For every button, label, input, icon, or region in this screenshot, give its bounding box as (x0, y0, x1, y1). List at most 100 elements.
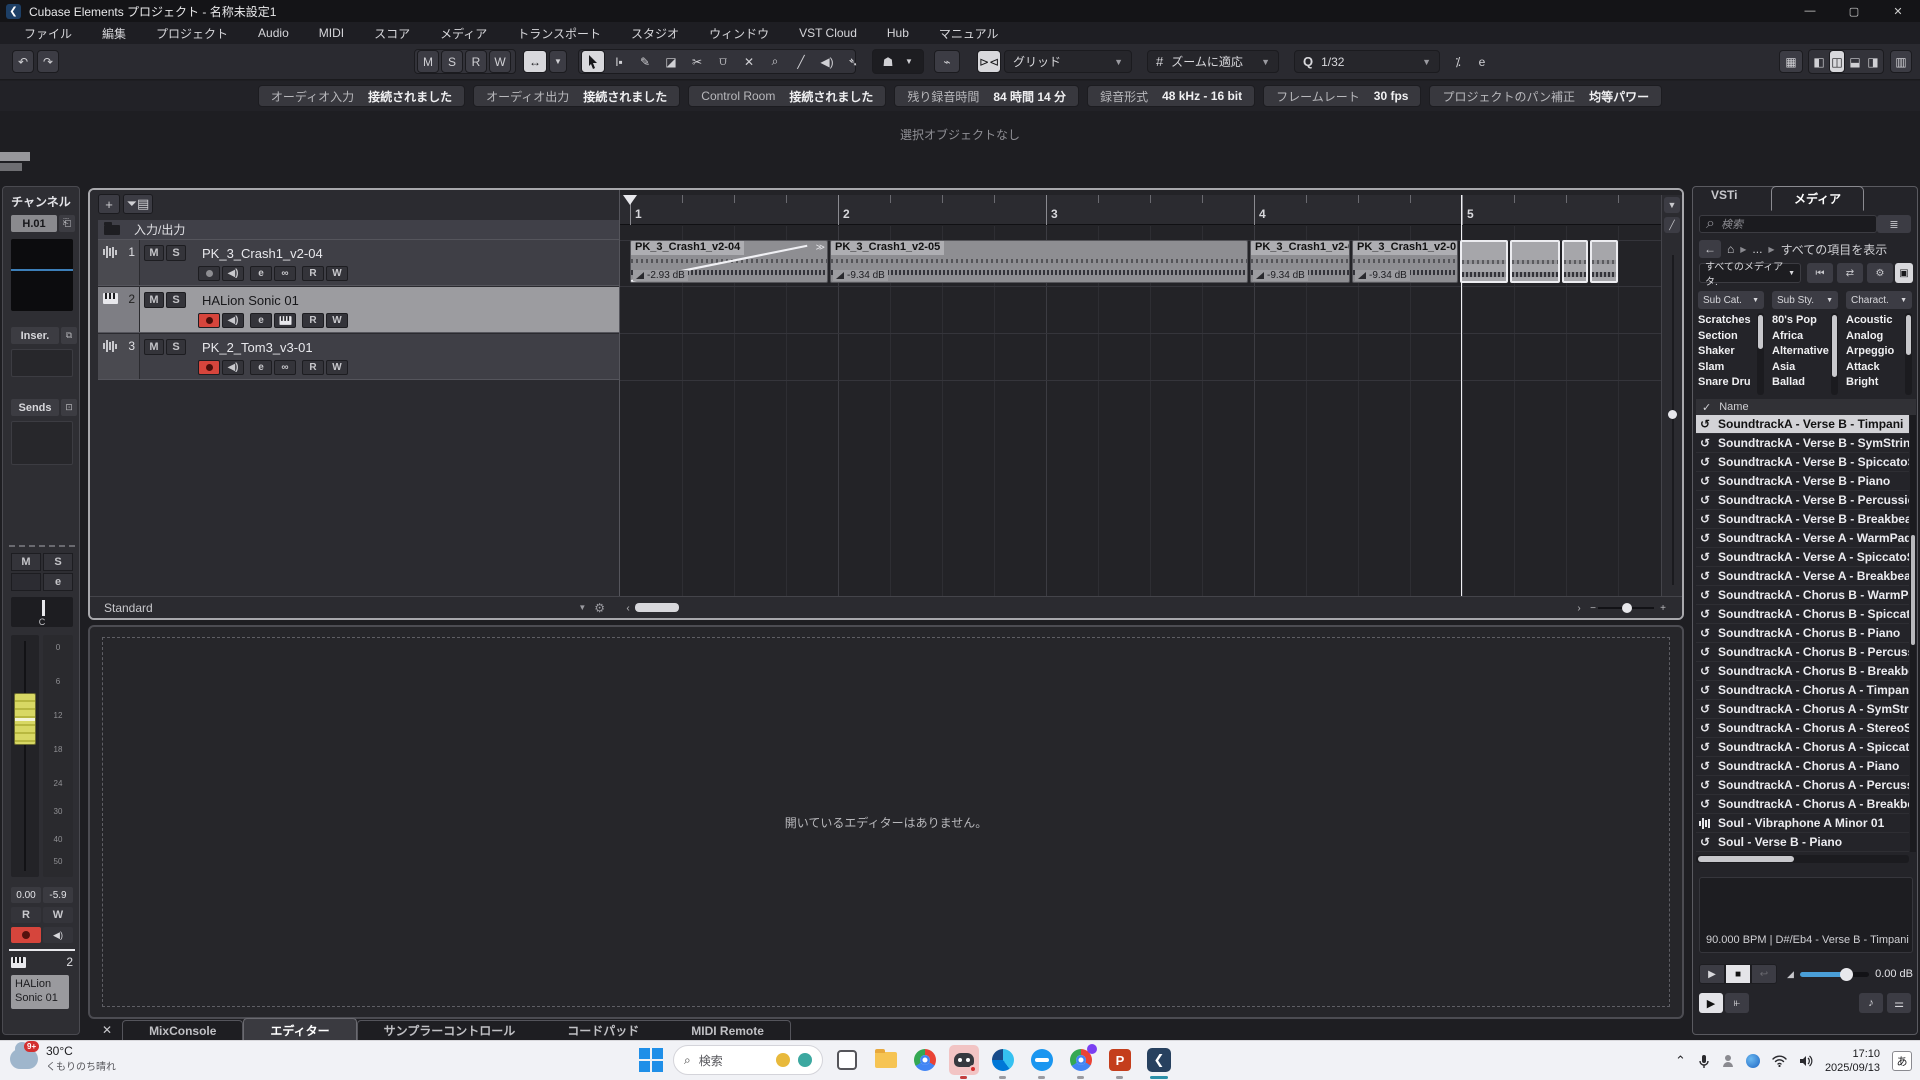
use-track-preset-icon[interactable]: ⏷▤ (123, 194, 153, 214)
filter-item[interactable]: Arpeggio (1846, 344, 1912, 360)
glue-tool-icon[interactable]: ⩌ (711, 50, 735, 73)
microphone-icon[interactable] (1698, 1054, 1710, 1069)
widgets-weather[interactable]: 9+ 30°C くもりのち晴れ (10, 1044, 116, 1073)
track-mute-button[interactable]: M (144, 292, 164, 308)
media-list-item[interactable]: SoundtrackA - Verse A - SpiccatoSt (1696, 548, 1909, 567)
preview-loop-icon[interactable]: ↩ (1751, 964, 1777, 984)
inserts-button[interactable]: Inser. (11, 327, 59, 344)
write-automation-button[interactable]: W (326, 313, 348, 328)
monitor-button[interactable]: ◀) (222, 313, 244, 328)
show-info-line-icon[interactable]: ◫ (1829, 50, 1845, 73)
menu-item[interactable]: VST Cloud (785, 24, 871, 42)
erase-tool-icon[interactable]: ◪ (659, 50, 683, 73)
audio-event-selected[interactable] (1460, 240, 1508, 283)
cubase-taskbar-button[interactable]: ❮ (1144, 1045, 1174, 1075)
audio-event-selected[interactable] (1590, 240, 1618, 283)
channel-preset-button[interactable]: H.01 (11, 215, 57, 232)
filter-item[interactable]: Scratches (1698, 313, 1764, 329)
discord-button[interactable] (949, 1045, 979, 1075)
write-automation-button[interactable]: W (326, 266, 348, 281)
filter-item[interactable]: Slam (1698, 360, 1764, 376)
scroll-left-icon[interactable]: ‹ (621, 601, 635, 615)
breadcrumb[interactable]: すべての項目を表示 (1781, 241, 1888, 258)
name-column-header[interactable]: ✓ Name (1696, 399, 1916, 415)
channel-edit-button[interactable]: e (43, 573, 73, 591)
edit-channel-icon[interactable]: e (250, 266, 272, 281)
channel-mute-button[interactable]: M (11, 553, 41, 571)
menu-item[interactable]: Hub (873, 24, 923, 42)
filter-item[interactable]: Asia (1772, 360, 1838, 376)
wifi-icon[interactable] (1772, 1055, 1787, 1067)
edit-instrument-icon[interactable] (274, 313, 296, 328)
fader-gain-value[interactable]: 0.00 (11, 887, 41, 903)
menu-item[interactable]: トランスポート (503, 23, 615, 44)
track-name[interactable]: PK_3_Crash1_v2-04 (202, 246, 323, 261)
edit-channel-icon[interactable]: e (250, 313, 272, 328)
media-list-item[interactable]: SoundtrackA - Verse B - Timpani (1696, 415, 1909, 434)
media-results-list[interactable]: SoundtrackA - Verse B - Timpani Soundtra… (1696, 415, 1909, 852)
automation-solo-button[interactable]: S (441, 50, 463, 73)
filter-item[interactable]: Bright (1846, 375, 1912, 391)
record-enable-button[interactable] (198, 360, 220, 375)
project-cursor-handle[interactable] (623, 195, 637, 205)
filter-settings-icon[interactable]: ⚌ (1887, 993, 1911, 1013)
breadcrumb-ellipsis[interactable]: ... (1752, 242, 1762, 256)
media-list-item[interactable]: SoundtrackA - Chorus B - WarmPa (1696, 586, 1909, 605)
track-name[interactable]: PK_2_Tom3_v3-01 (202, 340, 313, 355)
menu-item[interactable]: スタジオ (617, 23, 693, 44)
ime-indicator[interactable]: あ (1892, 1051, 1912, 1071)
audio-event[interactable]: PK_3_Crash1_v2-04 ≫ -2.93 dB (630, 240, 828, 283)
filter-substyle-list[interactable]: 80's PopAfricaAlternativeAsiaBallad (1772, 313, 1838, 395)
taskbar-clock[interactable]: 17:10 2025/09/13 (1825, 1047, 1880, 1076)
media-list-scrollbar[interactable] (1910, 415, 1916, 852)
io-folder-row[interactable]: 入力/出力 (98, 220, 619, 240)
track-solo-button[interactable]: S (166, 245, 186, 261)
filter-item[interactable]: Africa (1772, 329, 1838, 345)
filter-item[interactable]: Ballad (1772, 375, 1838, 391)
setup-window-layout-icon[interactable]: ▦ (1779, 50, 1803, 73)
autoscroll-icon[interactable]: ↔ (523, 50, 547, 73)
automation-read-button[interactable]: R (465, 50, 487, 73)
menu-item[interactable]: MIDI (305, 24, 358, 42)
minimize-button[interactable]: — (1788, 0, 1832, 22)
preview-stop-icon[interactable]: ■ (1725, 964, 1751, 984)
record-enable-button[interactable] (11, 927, 41, 943)
scroll-right-icon[interactable]: › (1572, 601, 1586, 615)
timeline-ruler[interactable]: 1 2 3 4 5 (620, 195, 1661, 225)
read-automation-button[interactable]: R (11, 907, 41, 923)
automation-mute-button[interactable]: M (417, 50, 439, 73)
task-view-button[interactable] (832, 1045, 862, 1075)
tab-midi-remote[interactable]: MIDI Remote (665, 1021, 790, 1041)
filter-scrollbar[interactable] (1831, 313, 1838, 395)
maximize-button[interactable]: ▢ (1832, 0, 1876, 22)
filter-item[interactable]: Attack (1846, 360, 1912, 376)
chevron-down-icon[interactable]: ▼ (1664, 197, 1680, 213)
volume-icon[interactable] (1799, 1055, 1813, 1067)
color-tool-icon[interactable]: ➴ (841, 50, 865, 73)
filter-item[interactable]: Shaker (1698, 344, 1764, 360)
filter-item[interactable]: Analog (1846, 329, 1912, 345)
filter-item[interactable]: Snare Dru (1698, 375, 1764, 391)
media-list-item[interactable]: SoundtrackA - Verse A - WarmPad (1696, 529, 1909, 548)
media-list-item[interactable]: SoundtrackA - Chorus A - SymStrin (1696, 700, 1909, 719)
track-row-audio-1[interactable]: 1 M S PK_3_Crash1_v2-04 ◀) e ∞ R W (98, 240, 619, 286)
read-automation-button[interactable]: R (302, 266, 324, 281)
track-mute-button[interactable]: M (144, 339, 164, 355)
quantize-panel-icon[interactable]: e (1471, 50, 1493, 73)
quantize-dropdown[interactable]: Q 1/32▼ (1294, 50, 1440, 73)
monitor-button[interactable]: ◀) (43, 927, 73, 943)
filter-scrollbar[interactable] (1757, 313, 1764, 395)
zoom-in-icon[interactable]: + (1656, 601, 1670, 615)
media-list-item[interactable]: SoundtrackA - Verse B - Breakbeat (1696, 510, 1909, 529)
zoom-preset-icon[interactable]: ╱ (1664, 217, 1680, 233)
media-list-item[interactable]: SoundtrackA - Verse B - SymString (1696, 434, 1909, 453)
write-automation-button[interactable]: W (43, 907, 73, 923)
list-view-icon[interactable]: ≣ (1877, 215, 1911, 233)
split-tool-icon[interactable]: ✂ (685, 50, 709, 73)
note-icon[interactable]: ♪ (1859, 993, 1883, 1013)
menu-item[interactable]: ファイル (10, 23, 86, 44)
volume-slider-handle[interactable] (1840, 968, 1853, 981)
read-automation-button[interactable]: R (302, 360, 324, 375)
autoscroll-dropdown-icon[interactable]: ▼ (549, 50, 567, 73)
automation-curve-icon[interactable]: ⌁ (934, 50, 960, 73)
